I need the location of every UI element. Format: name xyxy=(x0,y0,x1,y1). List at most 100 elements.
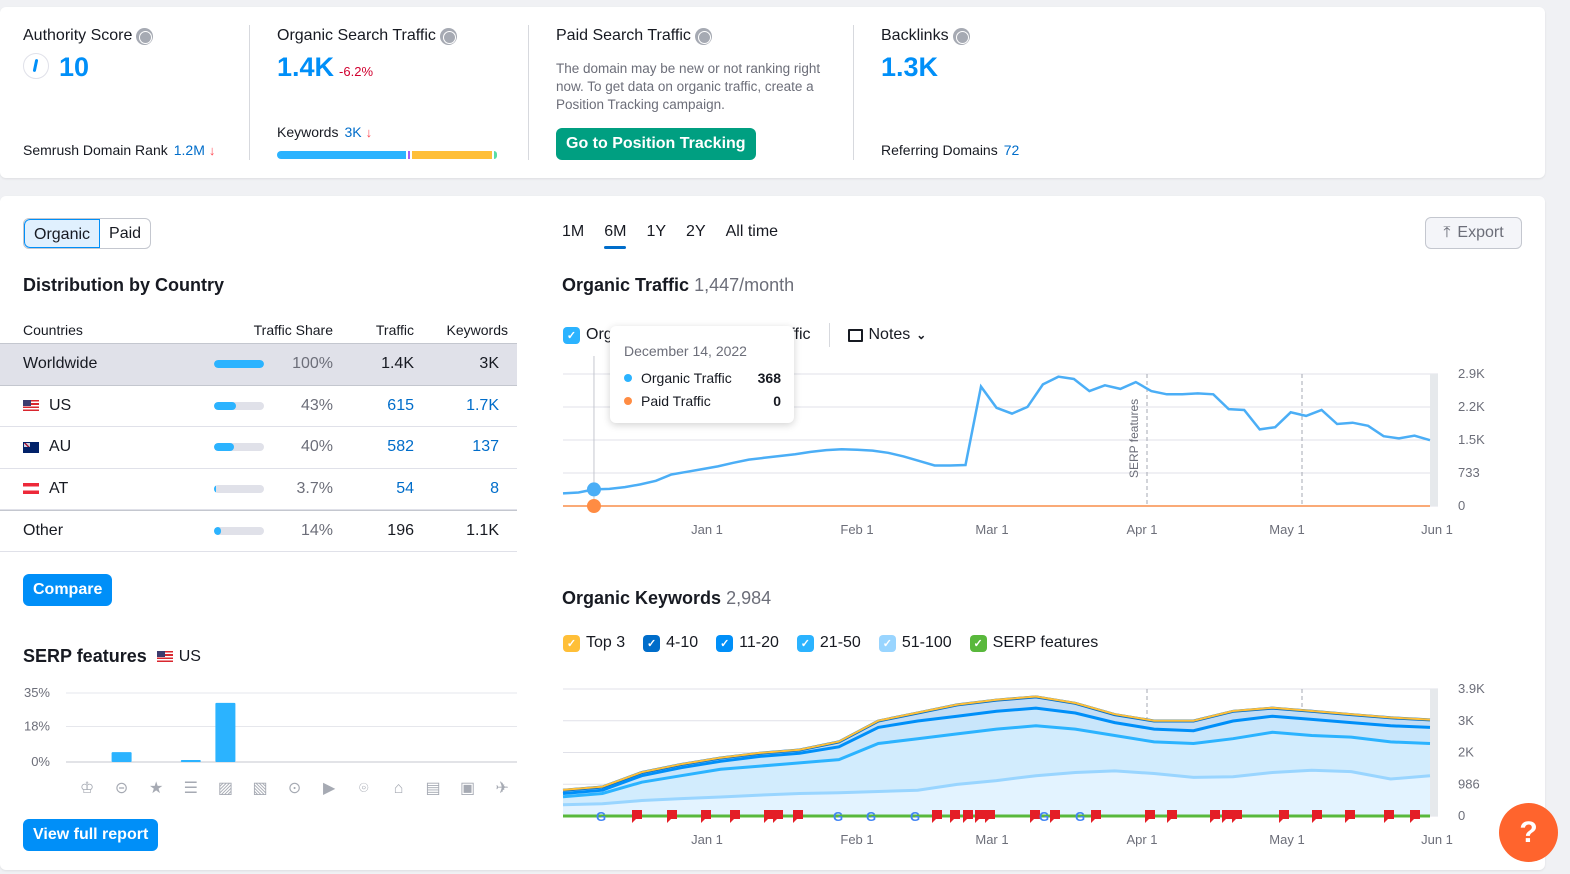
col-keywords[interactable]: Keywords xyxy=(414,322,508,338)
scroll-handle[interactable] xyxy=(1430,689,1438,816)
go-to-position-tracking-button[interactable]: Go to Position Tracking xyxy=(556,128,756,160)
knowledge-icon[interactable]: ⌂ xyxy=(394,780,404,797)
note-flag-icon[interactable] xyxy=(632,810,642,823)
checkbox-icon[interactable]: ✓ xyxy=(878,634,896,652)
legend-51-100[interactable]: ✓ 51-100 xyxy=(878,634,952,652)
checkbox-icon[interactable]: ✓ xyxy=(563,634,580,652)
google-update-icon[interactable]: G xyxy=(866,809,876,824)
video-carousel-icon[interactable]: ▶ xyxy=(323,780,336,797)
note-flag-icon[interactable] xyxy=(764,810,774,823)
note-flag-icon[interactable] xyxy=(975,810,985,823)
organic-traffic-value[interactable]: 1.4K -6.2% xyxy=(277,52,373,83)
note-flag-icon[interactable] xyxy=(793,810,803,823)
range-tab-2y[interactable]: 2Y xyxy=(686,223,706,249)
google-update-icon[interactable]: G xyxy=(596,809,606,824)
legend-serp-features[interactable]: ✓ SERP features xyxy=(969,634,1098,652)
note-flag-icon[interactable] xyxy=(1410,810,1420,823)
video-icon[interactable]: ⊙ xyxy=(288,780,301,797)
local-pack-icon[interactable]: ⌾ xyxy=(359,780,369,797)
serp-country[interactable]: US xyxy=(179,648,201,666)
note-flag-icon[interactable] xyxy=(773,810,783,823)
view-full-report-button[interactable]: View full report xyxy=(23,819,159,851)
table-row[interactable]: AU 40% 582 137 xyxy=(0,427,517,469)
traffic-value[interactable]: 54 xyxy=(333,480,414,498)
legend-4-10[interactable]: ✓ 4-10 xyxy=(643,634,698,652)
note-flag-icon[interactable] xyxy=(963,810,973,823)
note-flag-icon[interactable] xyxy=(730,810,740,823)
range-tab-6m[interactable]: 6M xyxy=(604,223,627,249)
col-traffic-share[interactable]: Traffic Share xyxy=(210,322,333,338)
organic-traffic-number[interactable]: 1.4K xyxy=(277,52,334,82)
traffic-value[interactable]: 615 xyxy=(333,397,414,415)
globe-icon[interactable] xyxy=(136,27,154,45)
table-row[interactable]: US 43% 615 1.7K xyxy=(0,386,517,427)
note-flag-icon[interactable] xyxy=(1091,810,1101,823)
compare-button[interactable]: Compare xyxy=(23,574,113,606)
note-flag-icon[interactable] xyxy=(1232,810,1242,823)
notes-dropdown[interactable]: Notes ⌄ xyxy=(847,326,926,344)
news-icon[interactable]: ▤ xyxy=(425,780,440,797)
legend-11-20[interactable]: ✓ 11-20 xyxy=(716,634,779,652)
keywords-value[interactable]: 1.7K xyxy=(414,397,508,415)
toggle-organic[interactable]: Organic xyxy=(24,219,101,248)
checkbox-icon[interactable]: ✓ xyxy=(969,634,987,652)
serp-bar-featured-snippet[interactable] xyxy=(180,760,201,762)
note-flag-icon[interactable] xyxy=(701,810,711,823)
note-flag-icon[interactable] xyxy=(1345,810,1355,823)
keywords-value[interactable]: 8 xyxy=(414,480,508,498)
help-button[interactable]: ? xyxy=(1499,803,1558,862)
note-flag-icon[interactable] xyxy=(1145,810,1155,823)
legend-top-3[interactable]: ✓ Top 3 xyxy=(563,634,625,652)
traffic-value[interactable]: 582 xyxy=(333,438,414,456)
domain-rank-value[interactable]: 1.2M xyxy=(174,142,205,158)
note-flag-icon[interactable] xyxy=(950,810,960,823)
range-tab-1y[interactable]: 1Y xyxy=(646,223,666,249)
table-row[interactable]: Worldwide 100% 1.4K 3K xyxy=(0,344,517,386)
globe-icon[interactable] xyxy=(439,27,457,45)
note-flag-icon[interactable] xyxy=(1050,810,1060,823)
note-flag-icon[interactable] xyxy=(1167,810,1177,823)
organic-keywords-chart[interactable]: 0 986 2K 3K 3.9K Jan 1 Feb 1 Mar 1 Apr 1 May 1 Jun… xyxy=(555,671,1485,861)
google-update-icon[interactable]: G xyxy=(1039,809,1049,824)
twitter-icon[interactable]: ✈ xyxy=(495,780,508,797)
globe-icon[interactable] xyxy=(952,27,970,45)
range-tab-1m[interactable]: 1M xyxy=(562,223,584,249)
note-flag-icon[interactable] xyxy=(985,810,995,823)
keywords-value[interactable]: 3K xyxy=(344,124,361,140)
export-button[interactable]: ⤒ Export xyxy=(1425,217,1522,249)
backlinks-value[interactable]: 1.3K xyxy=(881,52,938,83)
featured-snippet-icon[interactable]: ☰ xyxy=(184,780,198,797)
table-row[interactable]: Other 14% 196 1.1K xyxy=(0,510,517,552)
checkbox-icon[interactable]: ✓ xyxy=(643,634,661,652)
scroll-handle[interactable] xyxy=(1430,374,1438,506)
note-flag-icon[interactable] xyxy=(1279,810,1289,823)
table-row[interactable]: AT 3.7% 54 8 xyxy=(0,469,517,510)
keywords-value[interactable]: 137 xyxy=(414,438,508,456)
legend-21-50[interactable]: ✓ 21-50 xyxy=(796,634,861,652)
note-flag-icon[interactable] xyxy=(932,810,942,823)
google-update-icon[interactable]: G xyxy=(1075,809,1085,824)
referring-domains-value[interactable]: 72 xyxy=(1004,142,1020,158)
note-flag-icon[interactable] xyxy=(667,810,677,823)
serp-features-annotation[interactable]: SERP features xyxy=(1127,399,1141,478)
toggle-paid[interactable]: Paid xyxy=(100,219,150,248)
google-update-icon[interactable]: G xyxy=(833,809,843,824)
image-icon[interactable]: ▨ xyxy=(218,780,233,797)
crown-icon[interactable]: ♔ xyxy=(80,780,94,797)
note-flag-icon[interactable] xyxy=(1312,810,1322,823)
range-tab-all-time[interactable]: All time xyxy=(726,223,778,249)
checkbox-icon[interactable]: ✓ xyxy=(796,634,814,652)
checkbox-icon[interactable]: ✓ xyxy=(716,634,734,652)
link-icon[interactable]: ⊝ xyxy=(115,780,128,797)
google-update-icon[interactable]: G xyxy=(910,809,920,824)
serp-bar-image[interactable] xyxy=(215,702,236,762)
col-traffic[interactable]: Traffic xyxy=(333,322,414,338)
globe-icon[interactable] xyxy=(694,27,712,45)
note-flag-icon[interactable] xyxy=(1384,810,1394,823)
image-pack-icon[interactable]: ▧ xyxy=(252,780,267,797)
checkbox-icon[interactable]: ✓ xyxy=(563,326,580,344)
note-flag-icon[interactable] xyxy=(1210,810,1220,823)
serp-bar-link[interactable] xyxy=(111,752,132,762)
jobs-icon[interactable]: ▣ xyxy=(460,780,475,797)
star-icon[interactable]: ★ xyxy=(149,780,163,797)
